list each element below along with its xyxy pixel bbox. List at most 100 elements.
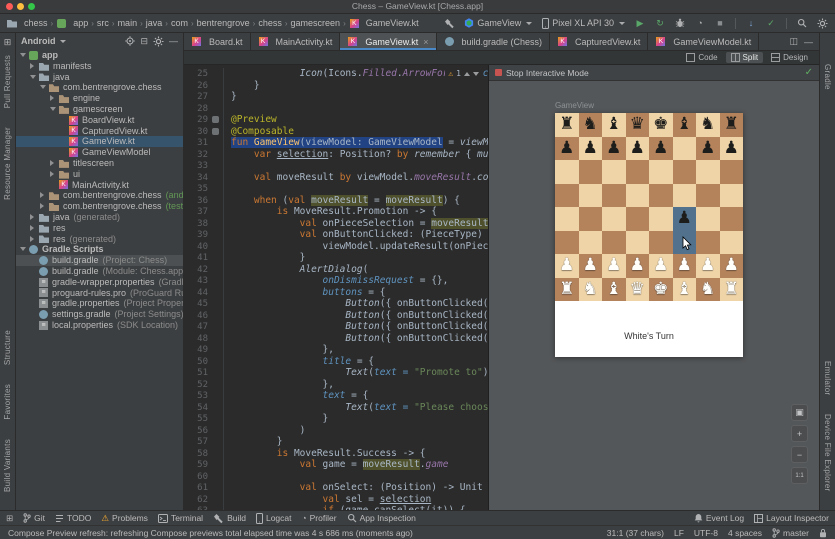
tool-window-problems[interactable]: ⚠Problems [101, 513, 148, 524]
tool-stripe-gradle[interactable]: Gradle [823, 64, 832, 90]
code-line[interactable]: 38 val onPieceSelection = moveResult.onP… [184, 218, 488, 230]
tool-window-logcat[interactable]: Logcat [256, 513, 292, 524]
board-square[interactable] [649, 160, 673, 184]
board-square[interactable] [626, 160, 650, 184]
board-square[interactable]: ♜ [555, 278, 579, 302]
code-line[interactable]: 59 val game = moveResult.game [184, 459, 488, 471]
board-square[interactable] [555, 160, 579, 184]
board-square[interactable]: ♟ [673, 254, 697, 278]
tool-stripe-pull-requests[interactable]: Pull Requests [3, 55, 12, 108]
split-editor-icon[interactable]: ◫ [789, 36, 798, 47]
code-line[interactable]: 29@Preview [184, 114, 488, 126]
tool-stripe-build-variants[interactable]: Build Variants [3, 439, 12, 492]
tree-item[interactable]: ui [16, 169, 183, 180]
collapse-arrow-icon[interactable] [30, 72, 38, 83]
hide-panel-icon[interactable]: — [169, 36, 178, 46]
board-square[interactable]: ♞ [696, 278, 720, 302]
zoom-to-fit-button[interactable]: ▣ [791, 404, 808, 421]
line-number[interactable]: 39 [184, 230, 212, 242]
line-number[interactable]: 59 [184, 460, 212, 472]
project-tool-icon[interactable]: ⊞ [4, 37, 12, 48]
project-view-selector[interactable]: Android [21, 36, 66, 46]
code-line[interactable]: 35 [184, 183, 488, 195]
zoom-in-button[interactable]: + [791, 425, 808, 442]
line-number[interactable]: 55 [184, 414, 212, 426]
code-line[interactable]: 27} [184, 91, 488, 103]
tree-item[interactable]: KMainActivity.kt [16, 180, 183, 191]
board-square[interactable]: ♝ [673, 113, 697, 137]
tab-gameviewmodel-kt[interactable]: KGameViewModel.kt [648, 33, 759, 50]
board-square[interactable]: ♚ [649, 278, 673, 302]
board-square[interactable] [673, 184, 697, 208]
stop-button[interactable]: ■ [713, 16, 727, 30]
git-update-button[interactable]: ↓ [744, 16, 758, 30]
expand-arrow-icon[interactable] [40, 190, 48, 201]
tool-stripe-resource-manager[interactable]: Resource Manager [3, 127, 12, 200]
board-square[interactable] [696, 231, 720, 255]
stop-interactive-mode-button[interactable]: Stop Interactive Mode [495, 68, 589, 78]
expand-arrow-icon[interactable] [50, 93, 58, 104]
board-square[interactable]: ♜ [720, 278, 744, 302]
expand-arrow-icon[interactable] [30, 61, 38, 72]
line-number[interactable]: 53 [184, 391, 212, 403]
code-line[interactable]: 30@Composable [184, 126, 488, 138]
code-line[interactable]: 61 val onSelect: (Position) -> Unit = { … [184, 482, 488, 494]
build-hammer-icon[interactable] [442, 16, 456, 30]
compose-preview-gutter-icon[interactable] [212, 128, 219, 135]
tool-window-terminal[interactable]: Terminal [158, 513, 203, 523]
board-square[interactable]: ♜ [555, 113, 579, 137]
mode-design[interactable]: Design [766, 52, 813, 63]
line-number[interactable]: 29 [184, 115, 212, 127]
board-square[interactable] [555, 184, 579, 208]
hide-tabs-icon[interactable]: — [804, 37, 813, 47]
breadcrumb-item[interactable]: com [171, 18, 188, 28]
tool-stripe-structure[interactable]: Structure [3, 330, 12, 365]
code-line[interactable]: 28 [184, 103, 488, 115]
board-square[interactable] [579, 207, 603, 231]
run-button[interactable]: ▶ [633, 16, 647, 30]
tree-item[interactable]: java(generated) [16, 212, 183, 223]
board-square[interactable]: ♟ [626, 137, 650, 161]
board-square[interactable] [720, 207, 744, 231]
tree-item[interactable]: java [16, 72, 183, 83]
code-line[interactable]: 54 Text(text = "Please choose a piece ty… [184, 402, 488, 414]
tab-board-kt[interactable]: KBoard.kt [184, 33, 251, 50]
code-line[interactable]: 52 }, [184, 379, 488, 391]
mode-code[interactable]: Code [681, 52, 722, 63]
collapse-all-icon[interactable]: ⊟ [140, 36, 148, 47]
board-square[interactable] [626, 184, 650, 208]
board-square[interactable]: ♛ [626, 113, 650, 137]
board-square[interactable] [555, 231, 579, 255]
code-line[interactable]: 47 Button({ onButtonClicked(PieceType.Kn… [184, 321, 488, 333]
zoom-one-to-one-button[interactable]: 1:1 [791, 467, 808, 484]
debug-button[interactable] [673, 16, 687, 30]
board-square[interactable]: ♜ [720, 113, 744, 137]
tree-item[interactable]: build.gradle(Module: Chess.app) [16, 266, 183, 277]
line-number[interactable]: 31 [184, 138, 212, 150]
profiler-button[interactable]: ◔ [693, 16, 707, 30]
tree-item[interactable]: ≡local.properties(SDK Location) [16, 320, 183, 331]
code-line[interactable]: 63 if (game.canSelect(it)) { [184, 505, 488, 510]
indent-widget[interactable]: 4 spaces [728, 528, 762, 538]
tree-item[interactable]: com.bentrengrove.chess(test) [16, 201, 183, 212]
board-square[interactable] [720, 231, 744, 255]
breadcrumb-item[interactable]: bentrengrove [197, 18, 250, 28]
board-square[interactable] [602, 160, 626, 184]
search-everywhere-button[interactable] [795, 16, 809, 30]
board-square[interactable] [649, 184, 673, 208]
collapse-arrow-icon[interactable] [20, 50, 28, 61]
line-number[interactable]: 27 [184, 92, 212, 104]
compose-preview-gutter-icon[interactable] [212, 116, 219, 123]
code-editor[interactable]: ⚠ 1 25 Icon(Icons.Filled.ArrowForward, c… [184, 65, 488, 510]
line-number[interactable]: 51 [184, 368, 212, 380]
apply-changes-button[interactable]: ↻ [653, 16, 667, 30]
tree-item[interactable]: manifests [16, 61, 183, 72]
board-square[interactable]: ♟ [579, 254, 603, 278]
code-line[interactable]: 51 Text(text = "Promote to") [184, 367, 488, 379]
code-line[interactable]: 45 Button({ onButtonClicked(PieceType.Qu… [184, 298, 488, 310]
git-branch-widget[interactable]: master [772, 528, 809, 538]
breadcrumb-item[interactable]: java [146, 18, 163, 28]
tree-item[interactable]: Gradle Scripts [16, 244, 183, 255]
line-number[interactable]: 47 [184, 322, 212, 334]
device-dropdown[interactable]: Pixel XL API 30 [540, 18, 627, 29]
